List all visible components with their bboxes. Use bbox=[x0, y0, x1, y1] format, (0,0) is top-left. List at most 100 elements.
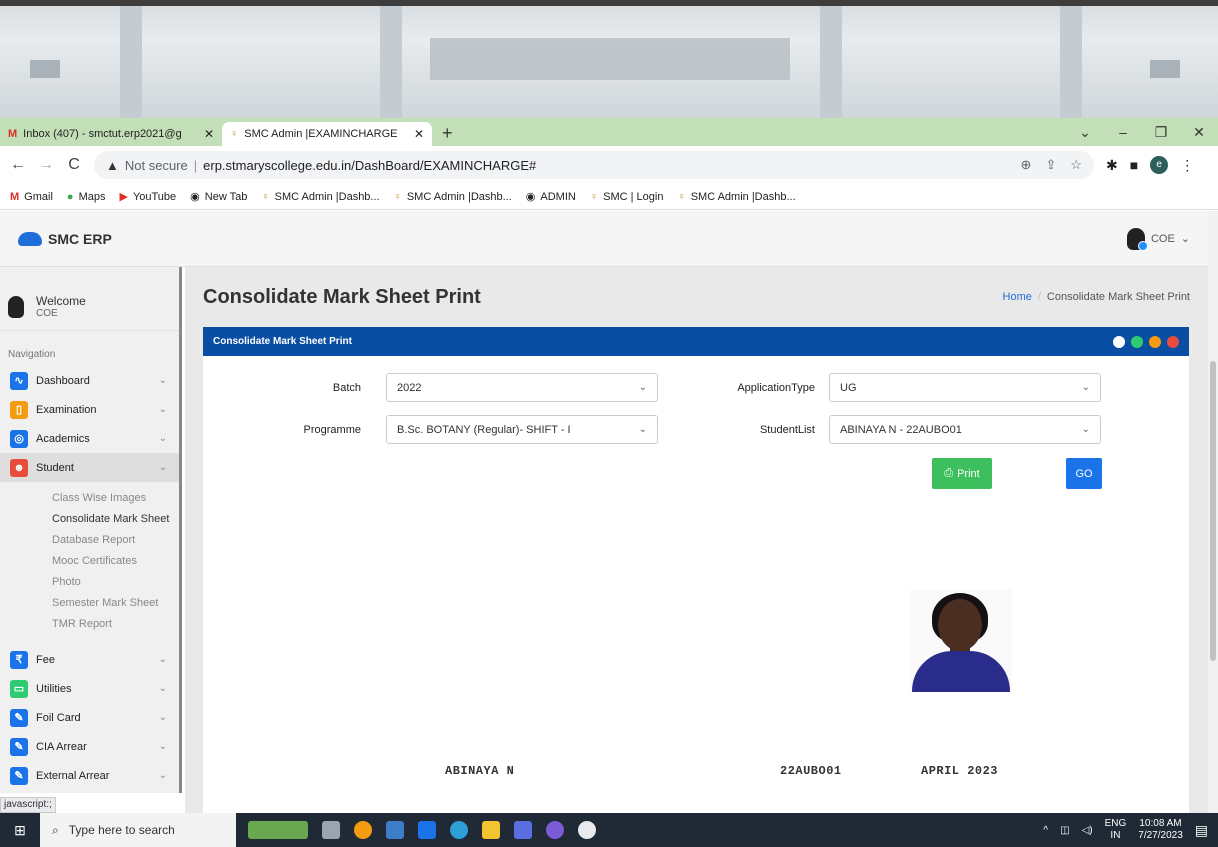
new-tab-button[interactable]: + bbox=[432, 122, 463, 146]
go-button[interactable]: GO bbox=[1066, 458, 1102, 489]
expand-icon[interactable] bbox=[1113, 335, 1125, 348]
bookmark-smc-3[interactable]: ♀ SMC Admin |Dashb... bbox=[677, 191, 795, 203]
bookmark-newtab[interactable]: ◉ New Tab bbox=[190, 190, 248, 204]
bookmark-maps[interactable]: ● Maps bbox=[67, 191, 106, 203]
smc-icon: ♀ bbox=[677, 190, 686, 203]
tab-inbox[interactable]: M Inbox (407) - smctut.erp2021@g ✕ bbox=[0, 122, 222, 146]
close-tab-icon[interactable]: ✕ bbox=[414, 127, 424, 141]
studentlist-select[interactable]: ABINAYA N - 22AUBO01 ⌄ bbox=[829, 415, 1101, 444]
edge-icon[interactable] bbox=[450, 821, 468, 839]
batch-select[interactable]: 2022 ⌄ bbox=[386, 373, 658, 402]
notification-icon[interactable]: ▤ bbox=[1195, 822, 1208, 839]
chevron-down-icon: ⌄ bbox=[1081, 424, 1090, 435]
restore-icon[interactable]: ❐ bbox=[1142, 124, 1180, 141]
submenu-item[interactable]: Photo bbox=[52, 572, 179, 593]
network-icon[interactable]: ◫ bbox=[1060, 825, 1069, 836]
close-tab-icon[interactable]: ✕ bbox=[204, 127, 214, 141]
bookmark-admin[interactable]: ◉ ADMIN bbox=[525, 190, 576, 204]
globe-icon: ◉ bbox=[525, 191, 536, 203]
remove-icon[interactable] bbox=[1167, 335, 1179, 348]
sidepanel-icon[interactable]: ■ bbox=[1130, 157, 1138, 173]
menu-icon[interactable]: ⋮ bbox=[1180, 157, 1194, 174]
bookmark-youtube[interactable]: ▶ YouTube bbox=[119, 190, 176, 204]
programme-value: B.Sc. BOTANY (Regular)- SHIFT - I bbox=[397, 423, 571, 436]
bookmark-smc-2[interactable]: ♀ SMC Admin |Dashb... bbox=[394, 191, 512, 203]
bookmark-label: New Tab bbox=[204, 190, 248, 203]
wallpaper-pillar bbox=[1060, 6, 1082, 118]
puzzle-icon[interactable]: ✱ bbox=[1106, 157, 1118, 174]
share-icon[interactable]: ⇪ bbox=[1045, 157, 1056, 173]
page-title: Consolidate Mark Sheet Print bbox=[203, 285, 481, 308]
chrome-icon[interactable] bbox=[578, 821, 596, 839]
extensions-area: ✱ ■ e ⋮ bbox=[1106, 156, 1194, 174]
chevron-up-icon[interactable]: ^ bbox=[1043, 825, 1048, 836]
sidebar-item-student[interactable]: ☻ Student ⌄ bbox=[0, 453, 179, 482]
reload-icon[interactable] bbox=[1131, 335, 1143, 348]
submenu-item[interactable]: Mooc Certificates bbox=[52, 551, 179, 572]
weather-widget-icon[interactable] bbox=[248, 821, 308, 839]
bookmark-smc-1[interactable]: ♀ SMC Admin |Dashb... bbox=[261, 191, 379, 203]
bookmark-gmail[interactable]: M Gmail bbox=[10, 191, 53, 203]
taskbar: ⊞ ⌕ Type here to search ^ ◫ ◁) ENG IN 10… bbox=[0, 813, 1218, 847]
brand-logo[interactable]: SMC ERP bbox=[18, 231, 112, 247]
user-menu[interactable]: COE ⌄ bbox=[1126, 227, 1190, 251]
breadcrumb: Home / Consolidate Mark Sheet Print bbox=[1003, 291, 1190, 303]
page-scrollbar[interactable] bbox=[1208, 211, 1218, 813]
back-icon[interactable]: ← bbox=[10, 156, 26, 174]
bookmark-smc-login[interactable]: ♀ SMC | Login bbox=[590, 191, 664, 203]
sidebar-item-label: Utilities bbox=[36, 682, 72, 695]
tab-smc-admin[interactable]: ♀ SMC Admin |EXAMINCHARGE ✕ bbox=[222, 122, 432, 146]
sidebar-item-dashboard[interactable]: ∿ Dashboard ⌄ bbox=[0, 366, 179, 395]
sidebar-item-external-arrear[interactable]: ✎ External Arrear ⌄ bbox=[0, 761, 179, 790]
sidebar-item-fee[interactable]: ₹ Fee ⌄ bbox=[0, 645, 179, 674]
windows-start-icon[interactable]: ⊞ bbox=[0, 822, 40, 839]
submenu-item[interactable]: TMR Report bbox=[52, 614, 179, 635]
submenu-item-active[interactable]: Consolidate Mark Sheet bbox=[52, 509, 179, 530]
app-s-icon[interactable] bbox=[514, 821, 532, 839]
zoom-icon[interactable]: ⊕ bbox=[1021, 157, 1032, 173]
chevron-down-icon: ⌄ bbox=[158, 375, 167, 386]
skype-icon[interactable] bbox=[546, 821, 564, 839]
sidebar-item-examination[interactable]: ▯ Examination ⌄ bbox=[0, 395, 179, 424]
file-explorer-icon[interactable] bbox=[482, 821, 500, 839]
chevron-down-icon: ⌄ bbox=[1180, 233, 1190, 245]
sidebar-item-academics[interactable]: ◎ Academics ⌄ bbox=[0, 424, 179, 453]
user-name: COE bbox=[1150, 232, 1175, 245]
store-icon[interactable] bbox=[386, 821, 404, 839]
wallpaper-topline bbox=[0, 0, 1218, 6]
sidebar-item-foil-card[interactable]: ✎ Foil Card ⌄ bbox=[0, 703, 179, 732]
sidebar-item-cia-arrear[interactable]: ✎ CIA Arrear ⌄ bbox=[0, 732, 179, 761]
panel-title: Consolidate Mark Sheet Print bbox=[213, 336, 352, 347]
clock[interactable]: 10:08 AM 7/27/2023 bbox=[1138, 818, 1183, 842]
submenu-item[interactable]: Class Wise Images bbox=[52, 488, 179, 509]
submenu-item[interactable]: Semester Mark Sheet bbox=[52, 593, 179, 614]
sidebar-item-label: Academics bbox=[36, 432, 90, 445]
url-field[interactable]: ▲ Not secure | erp.stmaryscollege.edu.in… bbox=[94, 151, 1094, 179]
minimize-icon[interactable]: – bbox=[1104, 124, 1142, 140]
submenu-item[interactable]: Database Report bbox=[52, 530, 179, 551]
reload-icon[interactable]: C bbox=[66, 156, 82, 174]
mail-icon[interactable] bbox=[418, 821, 436, 839]
app-c-icon[interactable] bbox=[354, 821, 372, 839]
profile-avatar[interactable]: e bbox=[1150, 156, 1169, 174]
star-icon[interactable]: ☆ bbox=[1070, 157, 1082, 173]
collapse-icon[interactable] bbox=[1149, 335, 1161, 348]
programme-select[interactable]: B.Sc. BOTANY (Regular)- SHIFT - I ⌄ bbox=[386, 415, 658, 444]
breadcrumb-home[interactable]: Home bbox=[1003, 291, 1032, 303]
sidebar-item-utilities[interactable]: ▭ Utilities ⌄ bbox=[0, 674, 179, 703]
apptype-select[interactable]: UG ⌄ bbox=[829, 373, 1101, 402]
search-placeholder: Type here to search bbox=[68, 823, 175, 837]
user-avatar-icon bbox=[1126, 227, 1148, 251]
language-indicator[interactable]: ENG IN bbox=[1105, 818, 1127, 842]
forward-icon[interactable]: → bbox=[38, 156, 54, 174]
task-view-icon[interactable] bbox=[322, 821, 340, 839]
volume-icon[interactable]: ◁) bbox=[1082, 825, 1093, 836]
tab-search-icon[interactable]: ⌄ bbox=[1066, 124, 1104, 141]
close-window-icon[interactable]: ✕ bbox=[1180, 124, 1218, 141]
taskbar-search[interactable]: ⌕ Type here to search bbox=[40, 813, 236, 847]
studentlist-value: ABINAYA N - 22AUBO01 bbox=[840, 423, 962, 436]
scrollbar-thumb[interactable] bbox=[1210, 361, 1216, 661]
main-content: Consolidate Mark Sheet Print Home / Cons… bbox=[185, 267, 1208, 813]
print-button[interactable]: ⎙ Print bbox=[932, 458, 992, 489]
wallpaper-pillar bbox=[380, 6, 402, 118]
